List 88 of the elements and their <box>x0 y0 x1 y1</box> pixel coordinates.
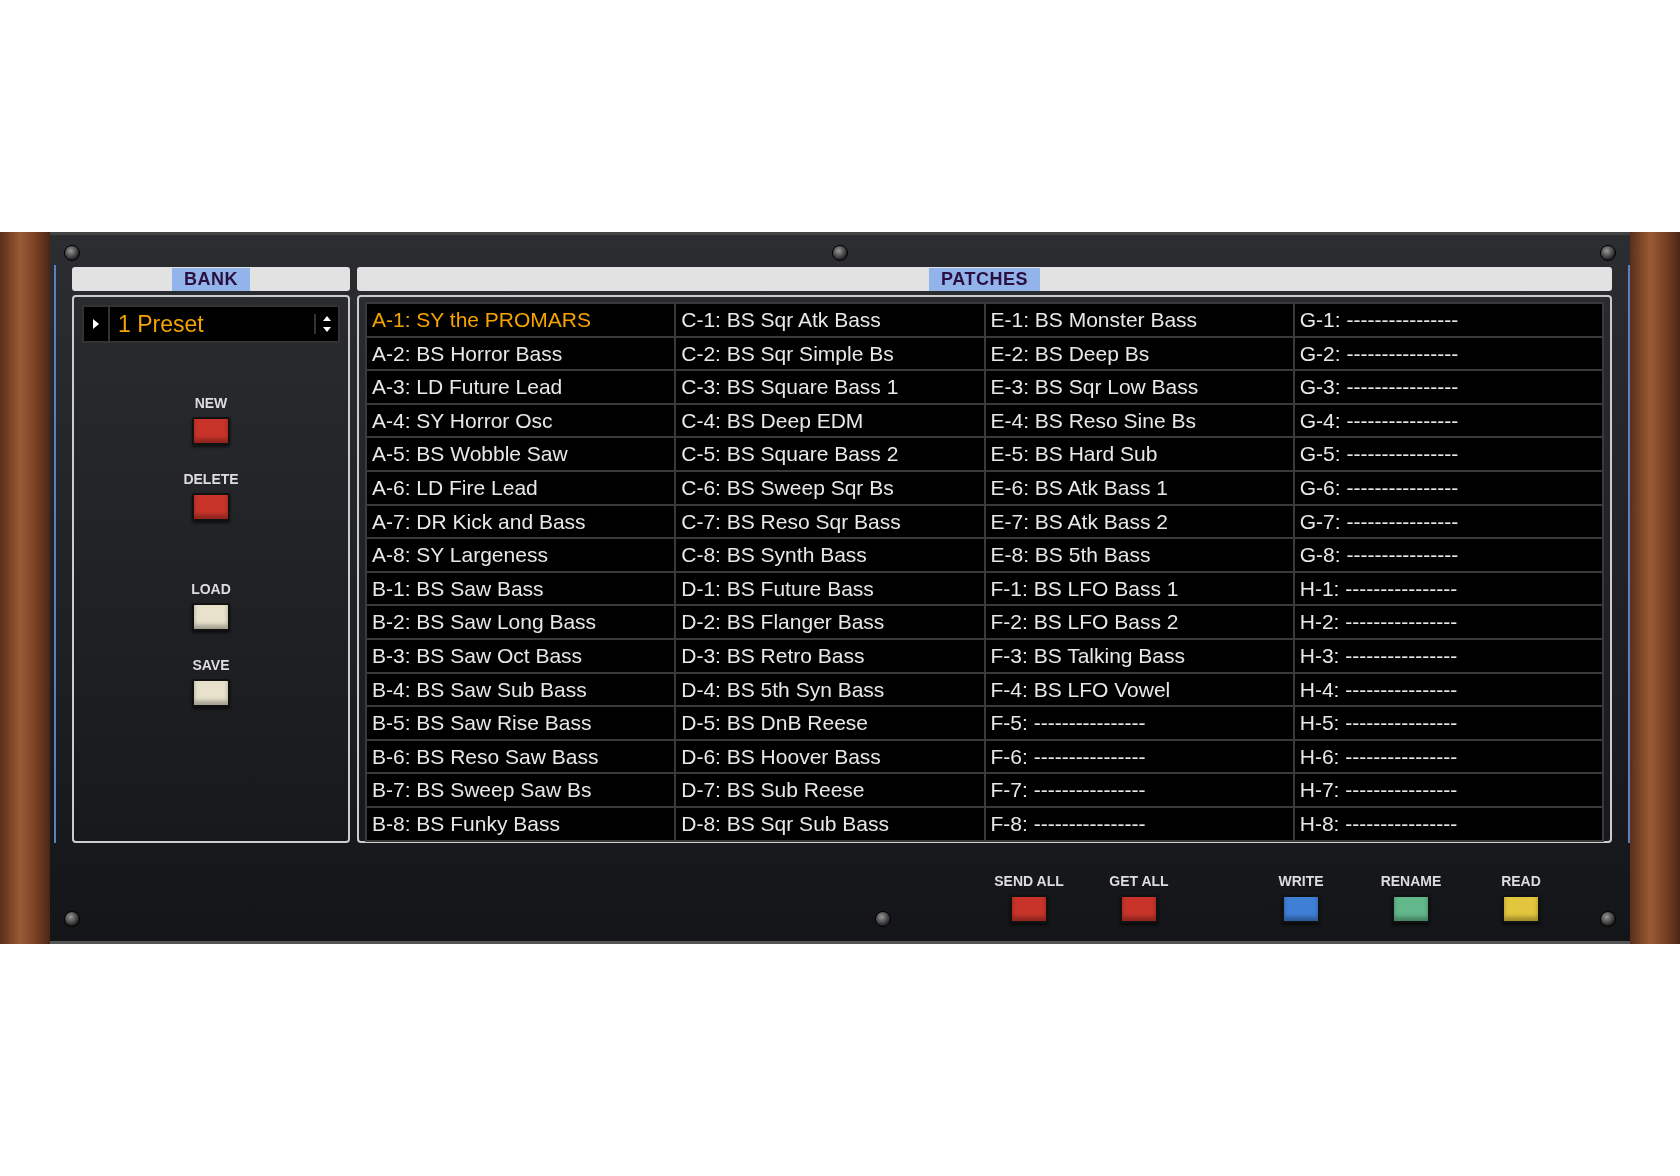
patch-item[interactable]: G-4: ---------------- <box>1294 404 1602 437</box>
patch-item[interactable]: C-5: BS Square Bass 2 <box>676 438 984 470</box>
patch-item[interactable]: H-6: ---------------- <box>1294 740 1602 773</box>
patch-item[interactable]: B-5: BS Saw Rise Bass <box>367 707 675 739</box>
patch-item[interactable]: E-2: BS Deep Bs <box>985 337 1293 370</box>
patch-item[interactable]: A-4: SY Horror Osc <box>367 404 675 437</box>
patch-item[interactable]: G-1: ---------------- <box>1294 304 1602 336</box>
patch-item[interactable]: F-7: ---------------- <box>985 774 1293 806</box>
patch-item[interactable]: D-7: BS Sub Reese <box>676 774 984 806</box>
patch-item[interactable]: C-4: BS Deep EDM <box>676 404 984 437</box>
patch-item[interactable]: F-1: BS LFO Bass 1 <box>985 572 1293 605</box>
patch-item[interactable]: E-1: BS Monster Bass <box>985 304 1293 336</box>
patch-item[interactable]: B-8: BS Funky Bass <box>367 807 675 840</box>
patch-item[interactable]: G-2: ---------------- <box>1294 337 1602 370</box>
patch-item[interactable]: H-3: ---------------- <box>1294 639 1602 672</box>
patch-item[interactable]: E-8: BS 5th Bass <box>985 539 1293 571</box>
patch-item[interactable]: D-3: BS Retro Bass <box>676 639 984 672</box>
patch-item[interactable]: D-1: BS Future Bass <box>676 572 984 605</box>
patch-item[interactable]: E-7: BS Atk Bass 2 <box>985 505 1293 538</box>
screw-icon <box>64 911 80 927</box>
screw-icon <box>1600 911 1616 927</box>
patch-item[interactable]: A-7: DR Kick and Bass <box>367 505 675 538</box>
button-label: DELETE <box>183 471 239 487</box>
patch-item[interactable]: E-5: BS Hard Sub <box>985 438 1293 470</box>
patch-item[interactable]: E-4: BS Reso Sine Bs <box>985 404 1293 437</box>
patch-item[interactable]: C-8: BS Synth Bass <box>676 539 984 571</box>
patch-item[interactable]: H-4: ---------------- <box>1294 673 1602 706</box>
patch-item[interactable]: A-1: SY the PROMARS <box>367 304 675 336</box>
button-label: WRITE <box>1278 873 1324 889</box>
patch-item[interactable]: B-6: BS Reso Saw Bass <box>367 740 675 773</box>
patch-item[interactable]: E-6: BS Atk Bass 1 <box>985 471 1293 504</box>
patch-item[interactable]: B-2: BS Saw Long Bass <box>367 606 675 638</box>
patch-item[interactable]: F-6: ---------------- <box>985 740 1293 773</box>
patch-item[interactable]: G-3: ---------------- <box>1294 371 1602 403</box>
preset-selector[interactable]: 1 Preset <box>82 305 340 343</box>
play-arrow-icon <box>92 318 100 330</box>
patch-item[interactable]: H-1: ---------------- <box>1294 572 1602 605</box>
section-title: PATCHES <box>929 267 1040 291</box>
button-label: GET ALL <box>1109 873 1169 889</box>
patch-item[interactable]: H-8: ---------------- <box>1294 807 1602 840</box>
button-label: LOAD <box>191 581 231 597</box>
patch-item[interactable]: F-8: ---------------- <box>985 807 1293 840</box>
button-label: RENAME <box>1380 873 1442 889</box>
patch-item[interactable]: B-4: BS Saw Sub Bass <box>367 673 675 706</box>
patch-item[interactable]: F-2: BS LFO Bass 2 <box>985 606 1293 638</box>
button-label: SAVE <box>192 657 230 673</box>
preset-value: 1 Preset <box>108 307 314 341</box>
panel-key[interactable] <box>192 679 230 707</box>
screw-icon <box>875 911 891 927</box>
patch-item[interactable]: A-2: BS Horror Bass <box>367 337 675 370</box>
patch-item[interactable]: H-2: ---------------- <box>1294 606 1602 638</box>
patch-item[interactable]: C-6: BS Sweep Sqr Bs <box>676 471 984 504</box>
patch-item[interactable]: G-6: ---------------- <box>1294 471 1602 504</box>
patch-item[interactable]: G-5: ---------------- <box>1294 438 1602 470</box>
patch-item[interactable]: D-6: BS Hoover Bass <box>676 740 984 773</box>
patch-item[interactable]: A-3: LD Future Lead <box>367 371 675 403</box>
panel-key[interactable] <box>1392 895 1430 923</box>
button-label: SEND ALL <box>994 873 1064 889</box>
screw-icon <box>832 245 848 261</box>
patch-item[interactable]: B-7: BS Sweep Saw Bs <box>367 774 675 806</box>
patch-item[interactable]: C-3: BS Square Bass 1 <box>676 371 984 403</box>
patch-item[interactable]: F-5: ---------------- <box>985 707 1293 739</box>
patch-item[interactable]: H-7: ---------------- <box>1294 774 1602 806</box>
patch-item[interactable]: A-6: LD Fire Lead <box>367 471 675 504</box>
patch-item[interactable]: D-8: BS Sqr Sub Bass <box>676 807 984 840</box>
patch-item[interactable]: E-3: BS Sqr Low Bass <box>985 371 1293 403</box>
button-label: NEW <box>194 395 228 411</box>
patch-item[interactable]: C-1: BS Sqr Atk Bass <box>676 304 984 336</box>
patch-item[interactable]: D-5: BS DnB Reese <box>676 707 984 739</box>
screw-icon <box>64 245 80 261</box>
patch-item[interactable]: D-2: BS Flanger Bass <box>676 606 984 638</box>
patch-item[interactable]: H-5: ---------------- <box>1294 707 1602 739</box>
patch-item[interactable]: A-5: BS Wobble Saw <box>367 438 675 470</box>
patch-item[interactable]: D-4: BS 5th Syn Bass <box>676 673 984 706</box>
patch-item[interactable]: A-8: SY Largeness <box>367 539 675 571</box>
panel-key[interactable] <box>1502 895 1540 923</box>
patch-item[interactable]: C-7: BS Reso Sqr Bass <box>676 505 984 538</box>
screw-icon <box>1600 245 1616 261</box>
patch-item[interactable]: F-3: BS Talking Bass <box>985 639 1293 672</box>
section-title: BANK <box>172 267 250 291</box>
patch-item[interactable]: B-3: BS Saw Oct Bass <box>367 639 675 672</box>
patch-item[interactable]: B-1: BS Saw Bass <box>367 572 675 605</box>
button-label: READ <box>1501 873 1541 889</box>
panel-key[interactable] <box>192 603 230 631</box>
patch-item[interactable]: G-7: ---------------- <box>1294 505 1602 538</box>
patch-item[interactable]: F-4: BS LFO Vowel <box>985 673 1293 706</box>
patch-item[interactable]: C-2: BS Sqr Simple Bs <box>676 337 984 370</box>
patch-item[interactable]: G-8: ---------------- <box>1294 539 1602 571</box>
